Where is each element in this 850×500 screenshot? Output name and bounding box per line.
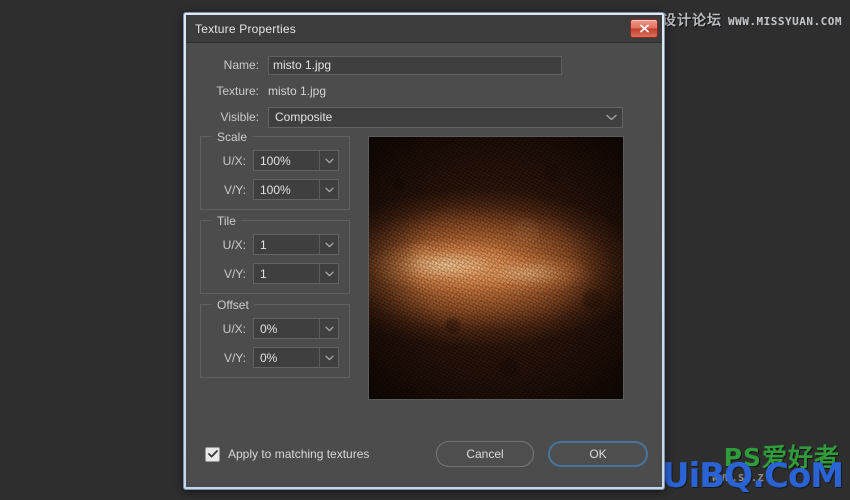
tile-vy-row: V/Y: 1 bbox=[211, 263, 339, 284]
offset-vy-row: V/Y: 0% bbox=[211, 347, 339, 368]
chevron-down-glyph bbox=[324, 242, 334, 247]
cancel-button[interactable]: Cancel bbox=[436, 441, 534, 467]
chevron-down-glyph bbox=[324, 187, 334, 192]
watermark-bottom: PS爱好者 WWW.SA.Z UiBQ.CoM bbox=[660, 432, 848, 498]
scale-vy-value: 100% bbox=[260, 182, 291, 197]
chevron-down-icon[interactable] bbox=[319, 319, 338, 338]
offset-vy-value: 0% bbox=[260, 350, 278, 365]
name-input[interactable] bbox=[268, 55, 562, 75]
offset-ux-label: U/X: bbox=[222, 321, 246, 336]
offset-vy-combo[interactable]: 0% bbox=[253, 347, 339, 368]
visible-row: Visible: Composite bbox=[200, 106, 648, 128]
name-row: Name: bbox=[200, 54, 648, 76]
dialog-titlebar[interactable]: Texture Properties bbox=[186, 15, 662, 43]
chevron-down-icon[interactable] bbox=[319, 235, 338, 254]
tile-vy-combo[interactable]: 1 bbox=[253, 263, 339, 284]
visible-select[interactable]: Composite bbox=[268, 106, 623, 128]
tile-ux-value: 1 bbox=[260, 237, 267, 252]
texture-preview bbox=[368, 136, 624, 400]
apply-matching-textures-label: Apply to matching textures bbox=[228, 447, 370, 461]
parameter-groups: Scale U/X: 100% V/Y: 100% Tile U/X: 1 V/… bbox=[200, 130, 360, 388]
scale-vy-label: V/Y: bbox=[223, 182, 246, 197]
group-tile-legend: Tile bbox=[212, 214, 241, 228]
name-label: Name: bbox=[223, 58, 259, 72]
scale-ux-value: 100% bbox=[260, 153, 291, 168]
watermark-top-url: WWW.MISSYUAN.COM bbox=[728, 15, 842, 28]
texture-preview-wrapper bbox=[368, 136, 624, 400]
chevron-down-glyph bbox=[324, 326, 334, 331]
check-icon bbox=[207, 450, 218, 458]
watermark-uibq-brand: UiBQ.CoM bbox=[662, 456, 844, 496]
tile-ux-label: U/X: bbox=[222, 237, 246, 252]
scale-ux-row: U/X: 100% bbox=[211, 150, 339, 171]
checkbox-box bbox=[205, 446, 220, 462]
tile-ux-row: U/X: 1 bbox=[211, 234, 339, 255]
dialog-footer: Apply to matching textures Cancel OK bbox=[200, 441, 648, 467]
chevron-down-icon[interactable] bbox=[319, 180, 338, 199]
dialog-title: Texture Properties bbox=[195, 21, 296, 36]
offset-ux-combo[interactable]: 0% bbox=[253, 318, 339, 339]
chevron-down-icon bbox=[600, 108, 622, 127]
group-tile: Tile U/X: 1 V/Y: 1 bbox=[200, 214, 350, 294]
apply-matching-textures-checkbox[interactable]: Apply to matching textures bbox=[205, 446, 370, 462]
texture-label: Texture: bbox=[216, 84, 259, 98]
visible-select-value: Composite bbox=[275, 110, 333, 124]
chevron-down-glyph bbox=[324, 271, 334, 276]
texture-properties-dialog: Texture Properties Name: Texture: mis bbox=[183, 12, 665, 490]
scale-ux-label: U/X: bbox=[222, 153, 246, 168]
texture-row: Texture: misto 1.jpg bbox=[200, 80, 648, 102]
tile-vy-label: V/Y: bbox=[223, 266, 246, 281]
texture-value: misto 1.jpg bbox=[268, 84, 327, 98]
offset-ux-value: 0% bbox=[260, 321, 278, 336]
scale-ux-combo[interactable]: 100% bbox=[253, 150, 339, 171]
tile-ux-combo[interactable]: 1 bbox=[253, 234, 339, 255]
dialog-columns: Scale U/X: 100% V/Y: 100% Tile U/X: 1 V/… bbox=[200, 130, 648, 400]
dialog-body: Name: Texture: misto 1.jpg Visible: Comp… bbox=[186, 44, 662, 487]
dialog-buttons: Cancel OK bbox=[436, 441, 648, 467]
scale-vy-combo[interactable]: 100% bbox=[253, 179, 339, 200]
offset-vy-label: V/Y: bbox=[223, 350, 246, 365]
chevron-down-glyph bbox=[324, 355, 334, 360]
close-icon[interactable] bbox=[630, 19, 658, 38]
offset-ux-row: U/X: 0% bbox=[211, 318, 339, 339]
scale-vy-row: V/Y: 100% bbox=[211, 179, 339, 200]
ok-button[interactable]: OK bbox=[548, 441, 648, 467]
tile-vy-value: 1 bbox=[260, 266, 267, 281]
chevron-down-icon[interactable] bbox=[319, 264, 338, 283]
group-scale-legend: Scale bbox=[212, 130, 253, 144]
group-offset-legend: Offset bbox=[212, 298, 254, 312]
chevron-down-icon[interactable] bbox=[319, 151, 338, 170]
visible-label: Visible: bbox=[220, 110, 259, 124]
group-offset: Offset U/X: 0% V/Y: 0% bbox=[200, 298, 350, 378]
texture-vignette-layer bbox=[369, 137, 623, 399]
close-x-glyph bbox=[639, 24, 649, 33]
group-scale: Scale U/X: 100% V/Y: 100% bbox=[200, 130, 350, 210]
chevron-down-glyph bbox=[605, 114, 617, 120]
chevron-down-icon[interactable] bbox=[319, 348, 338, 367]
chevron-down-glyph bbox=[324, 158, 334, 163]
